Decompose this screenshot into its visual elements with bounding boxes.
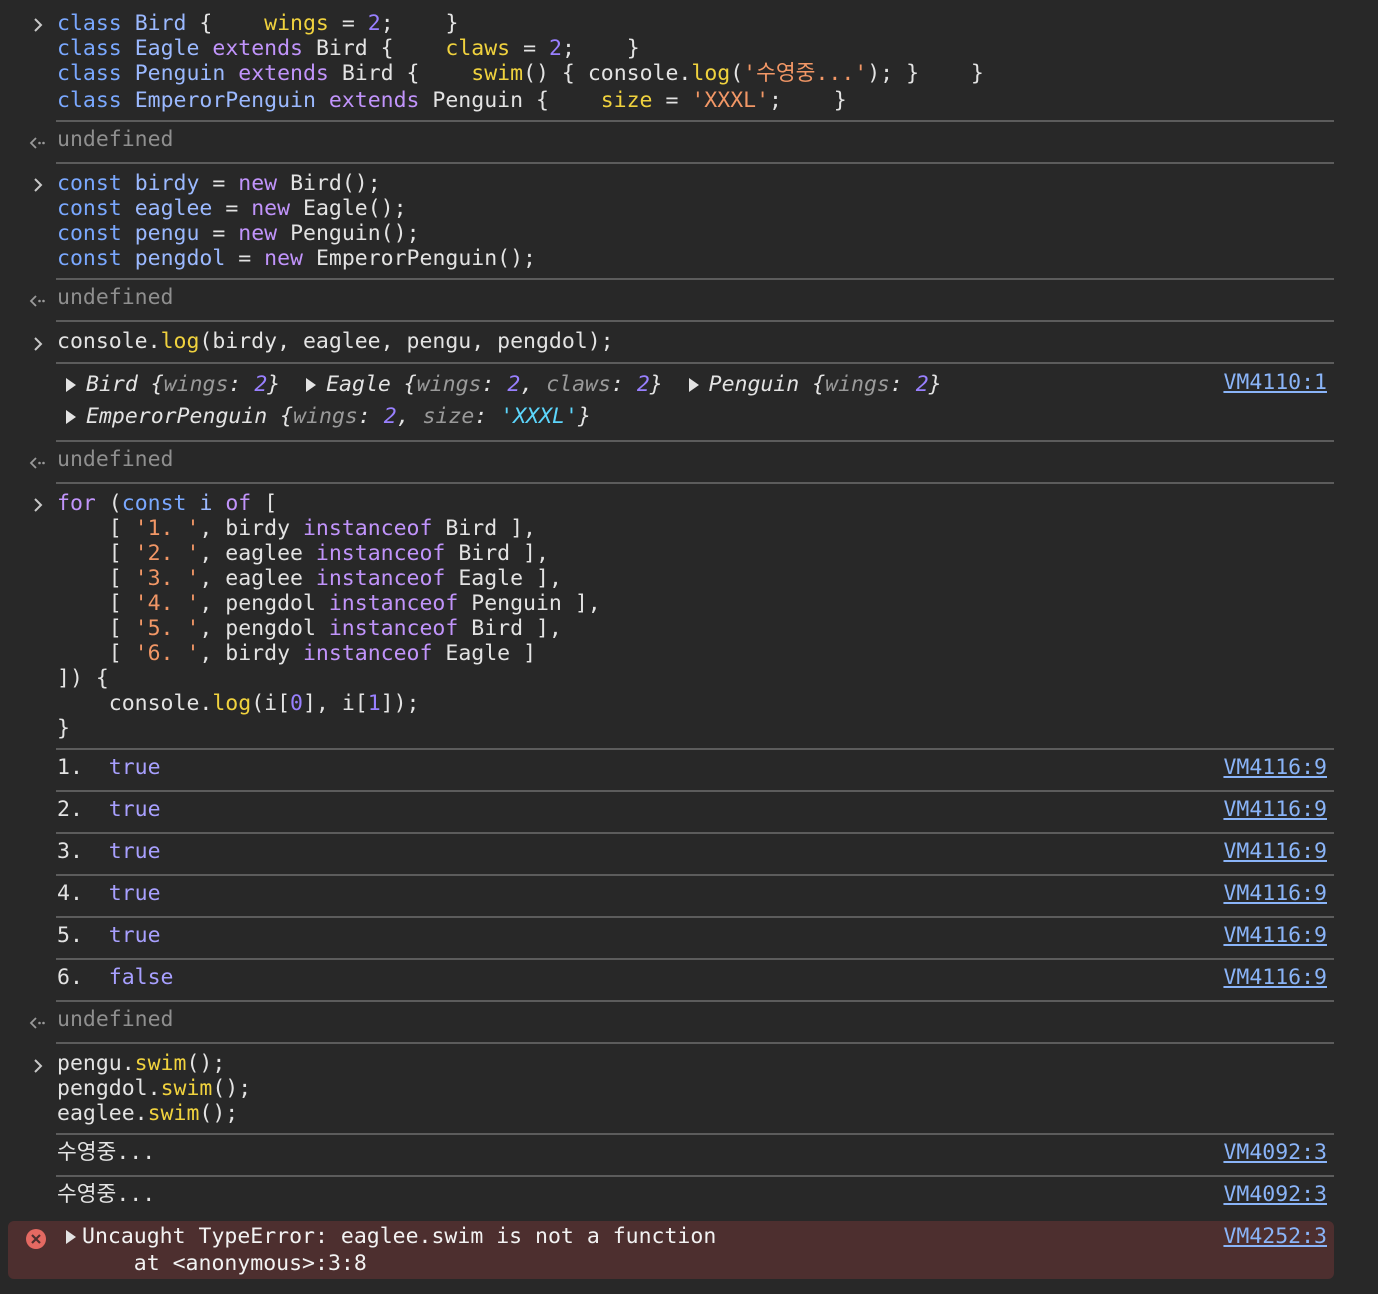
log-message: 수영중... (57, 1182, 156, 1207)
code-line: [ '5. ', pengdol instanceof Bird ], (108, 616, 562, 641)
divider (56, 916, 1334, 918)
code-line: eaglee.swim(); (57, 1101, 239, 1126)
code-line: [ '1. ', birdy instanceof Bird ], (108, 516, 537, 541)
expand-triangle-icon[interactable] (66, 410, 76, 424)
divider (56, 790, 1334, 792)
source-link[interactable]: VM4252:3 (1223, 1224, 1327, 1250)
code-line: const birdy = new Bird(); (57, 171, 381, 196)
log-result-row: 4. true (57, 881, 161, 906)
divider (56, 1000, 1334, 1002)
divider (56, 832, 1334, 834)
code-line: [ '4. ', pengdol instanceof Penguin ], (108, 591, 601, 616)
source-link[interactable]: VM4092:3 (1223, 1140, 1327, 1166)
chevron-right-icon (34, 1059, 43, 1073)
code-line: [ '6. ', birdy instanceof Eagle ] (108, 641, 537, 666)
return-arrow-icon (29, 137, 45, 149)
return-arrow-icon (29, 295, 45, 307)
return-value: undefined (57, 285, 174, 310)
divider (56, 482, 1334, 484)
devtools-console: class Bird { wings = 2; } class Eagle ex… (0, 0, 1378, 1294)
return-value: undefined (57, 1007, 174, 1032)
code-line: pengu.swim(); (57, 1051, 226, 1076)
code-line: for (const i of [ (57, 491, 278, 516)
log-result-row: 6. false (57, 965, 174, 990)
source-link[interactable]: VM4116:9 (1223, 755, 1327, 781)
chevron-right-icon (34, 178, 43, 192)
source-link[interactable]: VM4116:9 (1223, 797, 1327, 823)
source-link[interactable]: VM4116:9 (1223, 923, 1327, 949)
code-line: class EmperorPenguin extends Penguin { s… (57, 88, 847, 113)
expand-triangle-icon[interactable] (306, 378, 317, 392)
error-line[interactable]: Uncaught TypeError: eaglee.swim is not a… (66, 1224, 716, 1250)
source-link[interactable]: VM4116:9 (1223, 839, 1327, 865)
log-result-row: 1. true (57, 755, 161, 780)
chevron-right-icon (34, 498, 43, 512)
return-value: undefined (57, 447, 174, 472)
error-stack: at <anonymous>:3:8 (82, 1251, 367, 1276)
chevron-right-icon (34, 337, 43, 351)
code-line: [ '3. ', eaglee instanceof Eagle ], (108, 566, 562, 591)
divider (56, 440, 1334, 442)
divider (56, 1042, 1334, 1044)
code-line: pengdol.swim(); (57, 1076, 252, 1101)
expand-triangle-icon[interactable] (66, 378, 76, 392)
divider (56, 748, 1334, 750)
divider (56, 120, 1334, 122)
code-line: [ '2. ', eaglee instanceof Bird ], (108, 541, 549, 566)
code-line: const pengu = new Penguin(); (57, 221, 420, 246)
code-line: class Penguin extends Bird { swim() { co… (57, 61, 984, 86)
expand-triangle-icon[interactable] (66, 1230, 76, 1244)
divider (56, 958, 1334, 960)
divider (56, 278, 1334, 280)
log-result-row: 3. true (57, 839, 161, 864)
divider (56, 1175, 1334, 1177)
source-link[interactable]: VM4116:9 (1223, 965, 1327, 991)
divider (56, 362, 1334, 364)
divider (56, 1133, 1334, 1135)
divider (56, 320, 1334, 322)
code-line: class Bird { wings = 2; } (57, 11, 459, 36)
source-link[interactable]: VM4110:1 (1223, 370, 1327, 396)
return-arrow-icon (29, 1017, 45, 1029)
log-message: 수영중... (57, 1140, 156, 1165)
code-line: const pengdol = new EmperorPenguin(); (57, 246, 537, 271)
error-icon (26, 1229, 46, 1249)
code-line: class Eagle extends Bird { claws = 2; } (57, 36, 640, 61)
expand-triangle-icon[interactable] (688, 378, 699, 392)
code-line: console.log(birdy, eaglee, pengu, pengdo… (57, 329, 614, 354)
chevron-right-icon (34, 18, 43, 32)
return-value: undefined (57, 127, 174, 152)
return-arrow-icon (29, 457, 45, 469)
log-result-row: 5. true (57, 923, 161, 948)
code-line: ]) { (57, 666, 109, 691)
log-output-objects: Bird {wings: 2} Eagle {wings: 2, claws: … (66, 372, 942, 398)
log-output-objects: EmperorPenguin {wings: 2, size: 'XXXL'} (66, 404, 591, 430)
code-line: } (57, 716, 70, 741)
divider (56, 162, 1334, 164)
divider (56, 874, 1334, 876)
source-link[interactable]: VM4092:3 (1223, 1182, 1327, 1208)
code-line: const eaglee = new Eagle(); (57, 196, 407, 221)
code-line: console.log(i[0], i[1]); (108, 691, 420, 716)
log-result-row: 2. true (57, 797, 161, 822)
source-link[interactable]: VM4116:9 (1223, 881, 1327, 907)
